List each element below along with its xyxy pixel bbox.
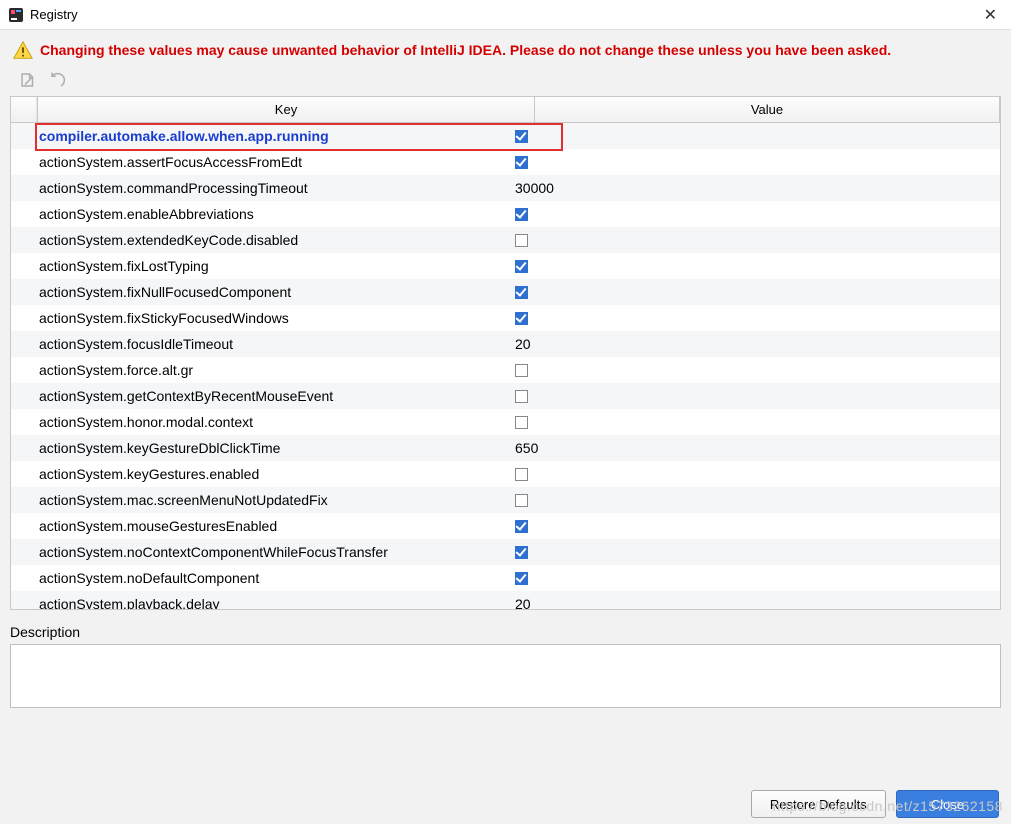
registry-value[interactable] <box>511 130 1000 143</box>
description-box <box>10 644 1001 708</box>
checkbox[interactable] <box>515 572 528 585</box>
description-label: Description <box>10 624 1001 640</box>
registry-value[interactable] <box>511 390 1000 403</box>
registry-value[interactable] <box>511 260 1000 273</box>
table-row[interactable]: actionSystem.keyGestureDblClickTime650 <box>11 435 1000 461</box>
table-row[interactable]: actionSystem.assertFocusAccessFromEdt <box>11 149 1000 175</box>
registry-value[interactable] <box>511 234 1000 247</box>
registry-value[interactable] <box>511 208 1000 221</box>
registry-key: actionSystem.keyGestures.enabled <box>37 466 511 482</box>
registry-key: actionSystem.assertFocusAccessFromEdt <box>37 154 511 170</box>
registry-key: actionSystem.noDefaultComponent <box>37 570 511 586</box>
table-row[interactable]: compiler.automake.allow.when.app.running <box>11 123 1000 149</box>
edit-icon[interactable] <box>18 70 38 90</box>
table-row[interactable]: actionSystem.mouseGesturesEnabled <box>11 513 1000 539</box>
checkbox[interactable] <box>515 312 528 325</box>
table-row[interactable]: actionSystem.noContextComponentWhileFocu… <box>11 539 1000 565</box>
table-row[interactable]: actionSystem.getContextByRecentMouseEven… <box>11 383 1000 409</box>
table-row[interactable]: actionSystem.honor.modal.context <box>11 409 1000 435</box>
table-row[interactable]: actionSystem.playback.delay 20 <box>11 591 1000 610</box>
registry-key: actionSystem.playback.delay <box>37 596 511 610</box>
table-row[interactable]: actionSystem.fixNullFocusedComponent <box>11 279 1000 305</box>
value-text: 20 <box>515 596 531 610</box>
warning-icon <box>12 40 32 60</box>
dialog-footer: Restore Defaults Close <box>751 790 999 818</box>
registry-key: actionSystem.fixLostTyping <box>37 258 511 274</box>
warning-bar: Changing these values may cause unwanted… <box>0 30 1011 66</box>
toolbar <box>0 66 1011 96</box>
registry-key: actionSystem.mouseGesturesEnabled <box>37 518 511 534</box>
registry-value[interactable] <box>511 494 1000 507</box>
registry-value[interactable]: 20 <box>511 336 1000 352</box>
registry-value[interactable] <box>511 156 1000 169</box>
registry-key: actionSystem.keyGestureDblClickTime <box>37 440 511 456</box>
registry-key: actionSystem.force.alt.gr <box>37 362 511 378</box>
titlebar: Registry ✕ <box>0 0 1011 30</box>
checkbox[interactable] <box>515 130 528 143</box>
checkbox[interactable] <box>515 468 528 481</box>
table-row[interactable]: actionSystem.commandProcessingTimeout300… <box>11 175 1000 201</box>
checkbox[interactable] <box>515 260 528 273</box>
close-dialog-button[interactable]: Close <box>896 790 999 818</box>
table-row[interactable]: actionSystem.fixStickyFocusedWindows <box>11 305 1000 331</box>
registry-key: actionSystem.fixNullFocusedComponent <box>37 284 511 300</box>
checkbox[interactable] <box>515 390 528 403</box>
checkbox[interactable] <box>515 234 528 247</box>
value-text: 30000 <box>515 180 554 196</box>
registry-value[interactable] <box>511 572 1000 585</box>
registry-value[interactable]: 30000 <box>511 180 1000 196</box>
table-row[interactable]: actionSystem.fixLostTyping <box>11 253 1000 279</box>
checkbox[interactable] <box>515 520 528 533</box>
table-row[interactable]: actionSystem.enableAbbreviations <box>11 201 1000 227</box>
checkbox[interactable] <box>515 156 528 169</box>
registry-value[interactable]: 20 <box>511 596 1000 610</box>
table-row[interactable]: actionSystem.focusIdleTimeout20 <box>11 331 1000 357</box>
registry-table: Key Value compiler.automake.allow.when.a… <box>10 96 1001 610</box>
table-header: Key Value <box>11 97 1000 123</box>
table-row[interactable]: actionSystem.keyGestures.enabled <box>11 461 1000 487</box>
column-key[interactable]: Key <box>37 97 535 122</box>
registry-key: actionSystem.focusIdleTimeout <box>37 336 511 352</box>
registry-value[interactable] <box>511 546 1000 559</box>
registry-key: actionSystem.enableAbbreviations <box>37 206 511 222</box>
restore-defaults-button[interactable]: Restore Defaults <box>751 790 886 818</box>
registry-key: actionSystem.fixStickyFocusedWindows <box>37 310 511 326</box>
registry-value[interactable] <box>511 312 1000 325</box>
registry-value[interactable] <box>511 520 1000 533</box>
table-row[interactable]: actionSystem.noDefaultComponent <box>11 565 1000 591</box>
registry-key: actionSystem.mac.screenMenuNotUpdatedFix <box>37 492 511 508</box>
registry-value[interactable] <box>511 468 1000 481</box>
table-row[interactable]: actionSystem.extendedKeyCode.disabled <box>11 227 1000 253</box>
window-title: Registry <box>30 7 78 22</box>
checkbox[interactable] <box>515 546 528 559</box>
registry-key: actionSystem.extendedKeyCode.disabled <box>37 232 511 248</box>
app-icon <box>8 7 24 23</box>
checkbox[interactable] <box>515 364 528 377</box>
value-text: 20 <box>515 336 531 352</box>
checkbox[interactable] <box>515 494 528 507</box>
registry-value[interactable] <box>511 416 1000 429</box>
warning-text: Changing these values may cause unwanted… <box>40 42 891 58</box>
registry-key: actionSystem.honor.modal.context <box>37 414 511 430</box>
registry-key: actionSystem.commandProcessingTimeout <box>37 180 511 196</box>
registry-key: compiler.automake.allow.when.app.running <box>37 128 511 144</box>
registry-value[interactable] <box>511 364 1000 377</box>
checkbox[interactable] <box>515 286 528 299</box>
table-row[interactable]: actionSystem.force.alt.gr <box>11 357 1000 383</box>
revert-icon[interactable] <box>48 70 68 90</box>
checkbox[interactable] <box>515 416 528 429</box>
table-row[interactable]: actionSystem.mac.screenMenuNotUpdatedFix <box>11 487 1000 513</box>
checkbox[interactable] <box>515 208 528 221</box>
registry-value[interactable] <box>511 286 1000 299</box>
table-body: compiler.automake.allow.when.app.running… <box>11 123 1000 610</box>
column-value[interactable]: Value <box>535 97 1000 122</box>
value-text: 650 <box>515 440 538 456</box>
close-button[interactable]: ✕ <box>978 3 1003 27</box>
registry-key: actionSystem.noContextComponentWhileFocu… <box>37 544 511 560</box>
registry-key: actionSystem.getContextByRecentMouseEven… <box>37 388 511 404</box>
registry-value[interactable]: 650 <box>511 440 1000 456</box>
